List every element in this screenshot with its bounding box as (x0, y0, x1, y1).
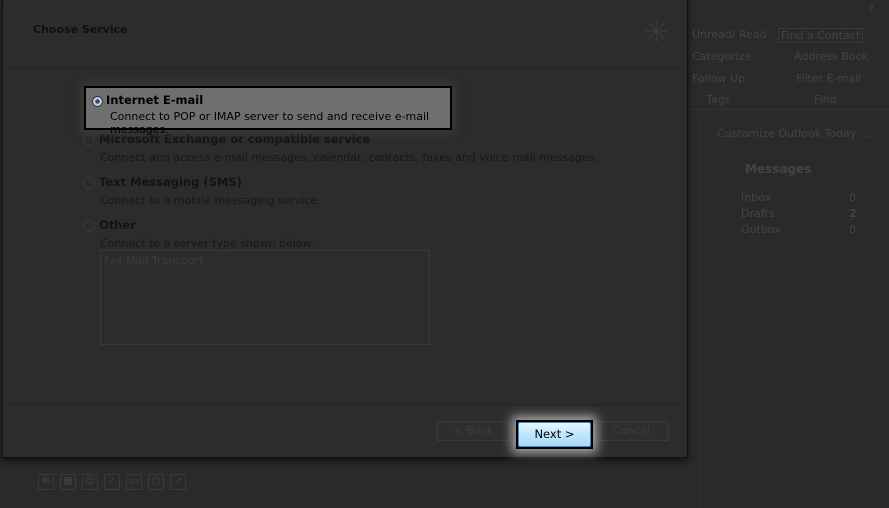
option-desc: Connect and access e-mail messages, cale… (100, 151, 598, 164)
folder-icon[interactable]: ▢ (148, 474, 164, 490)
mail-icon[interactable]: ✉ (38, 474, 54, 490)
tasks-icon[interactable]: ✓ (104, 474, 120, 490)
contacts-icon[interactable]: ☺ (82, 474, 98, 490)
outlook-today-pane: Customize Outlook Today ... Messages Inb… (700, 118, 880, 508)
radio-internet-email[interactable] (92, 95, 103, 107)
server-type-list[interactable]: Fax Mail Transport (100, 250, 430, 345)
dialog-header: Choose Service ✳ (9, 1, 681, 69)
add-account-dialog: Choose Service ✳ Microsoft Exchange or c… (2, 0, 688, 458)
drafts-count: 2 (849, 207, 857, 220)
radio-sms[interactable] (83, 177, 95, 189)
tags-group-label: Tags (706, 93, 731, 106)
outlook-ribbon: ? Unread/ Read Categorize Follow Up Tags… (688, 0, 889, 110)
outbox-count: 0 (849, 223, 856, 236)
radio-other[interactable] (83, 220, 95, 232)
radio-exchange[interactable] (83, 134, 95, 146)
follow-up-button[interactable]: Follow Up (692, 72, 745, 85)
dialog-footer-divider (9, 404, 681, 405)
find-contact-input[interactable]: Find a Contact (778, 28, 864, 43)
messages-title: Messages (745, 162, 812, 176)
wizard-icon: ✳ (643, 15, 669, 50)
cancel-button[interactable]: Cancel (594, 421, 669, 441)
shortcut-icon[interactable]: ↗ (170, 474, 186, 490)
option-exchange[interactable]: Microsoft Exchange or compatible service… (83, 132, 598, 164)
option-label: Other (99, 218, 136, 232)
option-label: Internet E-mail (106, 93, 204, 107)
help-icon[interactable]: ? (868, 2, 874, 15)
navigation-shortcuts: ✉ ▦ ☺ ✓ ▭ ▢ ↗ (38, 474, 186, 490)
option-other[interactable]: Other Connect to a server type shown bel… (83, 218, 314, 250)
option-desc: Connect to a mobile messaging service. (100, 194, 321, 207)
notes-icon[interactable]: ▭ (126, 474, 142, 490)
address-book-button[interactable]: Address Book (794, 50, 869, 63)
option-internet-email[interactable]: Internet E-mail Connect to POP or IMAP s… (84, 86, 452, 136)
back-button[interactable]: < Back (436, 421, 511, 441)
categorize-button[interactable]: Categorize (692, 50, 751, 63)
option-desc: Connect to POP or IMAP server to send an… (110, 110, 430, 136)
find-group-label: Find (814, 93, 837, 106)
inbox-label[interactable]: Inbox (741, 191, 771, 204)
option-sms[interactable]: Text Messaging (SMS) Connect to a mobile… (83, 175, 321, 207)
next-button[interactable]: Next > (518, 422, 591, 447)
next-button-highlight[interactable]: Next > (516, 420, 593, 449)
list-item[interactable]: Fax Mail Transport (104, 254, 426, 267)
option-label: Text Messaging (SMS) (99, 175, 242, 189)
option-desc: Connect to a server type shown below. (100, 237, 315, 250)
unread-read-button[interactable]: Unread/ Read (692, 28, 767, 41)
dialog-title: Choose Service (33, 23, 128, 36)
calendar-icon[interactable]: ▦ (60, 474, 76, 490)
filter-email-button[interactable]: Filter E-mail (796, 72, 861, 85)
outbox-label[interactable]: Outbox (741, 223, 781, 236)
customize-outlook-today-link[interactable]: Customize Outlook Today ... (717, 127, 870, 140)
drafts-label[interactable]: Drafts (741, 207, 774, 220)
inbox-count: 0 (849, 191, 856, 204)
